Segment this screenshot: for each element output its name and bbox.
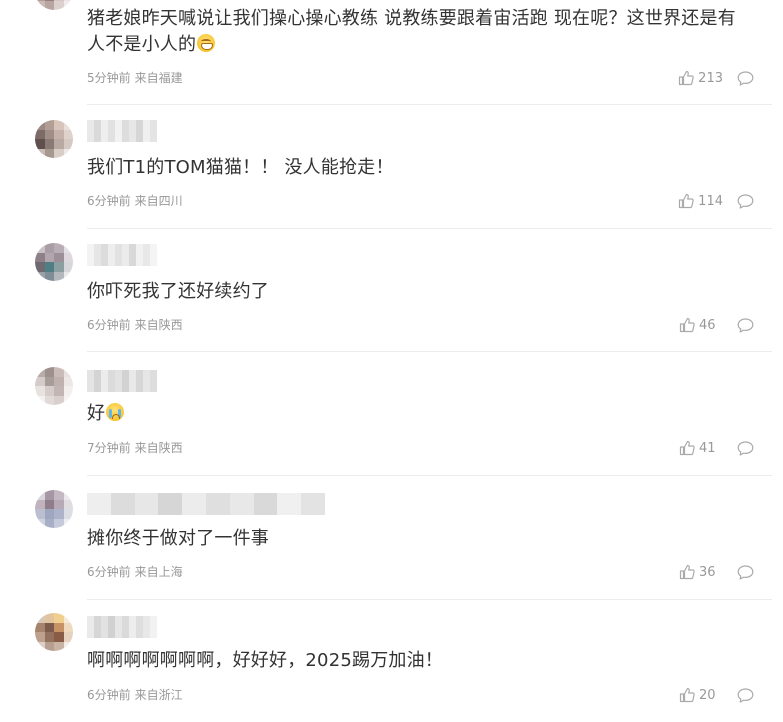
comment-text: 摊你终于做对了一件事 (87, 528, 269, 549)
avatar[interactable] (35, 490, 73, 528)
like-button[interactable]: 36 (679, 564, 723, 580)
comment-list: 猪老娘昨天喊说让我们操心操心教练 说教练要跟着宙活跑 现在呢？这世界还是有人不是… (0, 0, 783, 722)
comment-actions: 36 (679, 563, 754, 581)
like-count: 114 (698, 193, 723, 209)
comment-actions: 213 (678, 69, 754, 87)
like-button[interactable]: 213 (678, 70, 723, 86)
comment-location: 来自陕西 (134, 318, 183, 332)
like-count: 46 (699, 317, 716, 333)
comment-meta: 6分钟前 来自上海 (87, 564, 187, 580)
username-blurred[interactable] (87, 493, 325, 515)
comment-text: 好 (87, 401, 743, 427)
comment-location: 来自浙江 (134, 688, 183, 702)
avatar[interactable] (35, 243, 73, 281)
comment-time: 6分钟前 (87, 688, 131, 702)
comment-meta: 5分钟前 来自福建 (87, 70, 187, 86)
comment-bubble-icon (737, 564, 754, 580)
comment-bubble-icon (737, 317, 754, 333)
comment-actions: 46 (679, 316, 754, 334)
comment-bubble-icon (737, 70, 754, 86)
comment-text: 我们T1的TOM猫猫！！ 没人能抢走！ (87, 157, 394, 178)
thumbs-up-icon (679, 564, 695, 580)
thumbs-up-icon (679, 317, 695, 333)
comment-bubble-icon (737, 687, 754, 703)
reply-button[interactable] (737, 440, 754, 456)
like-button[interactable]: 114 (678, 193, 723, 209)
comment-text: 猪老娘昨天喊说让我们操心操心教练 说教练要跟着宙活跑 现在呢？这世界还是有人不是… (87, 8, 736, 55)
comment-bubble-icon (737, 193, 754, 209)
divider (87, 599, 772, 600)
avatar[interactable] (35, 0, 73, 10)
divider (87, 475, 772, 476)
thumbs-up-icon (679, 70, 694, 86)
thumbs-up-icon (679, 440, 695, 456)
comment-location: 来自福建 (134, 71, 183, 85)
crying-emoji-icon (106, 403, 125, 421)
grin-emoji-icon (197, 34, 216, 52)
reply-button[interactable] (737, 70, 754, 86)
like-count: 41 (699, 440, 716, 456)
like-button[interactable]: 46 (679, 317, 723, 333)
comment-text: 啊啊啊啊啊啊啊，好好好，2025踢万加油！ (87, 650, 444, 671)
avatar[interactable] (35, 613, 73, 651)
comment-time: 6分钟前 (87, 194, 131, 208)
comment-meta: 6分钟前 来自四川 (87, 193, 187, 209)
divider (87, 104, 772, 105)
comment-actions: 114 (678, 192, 754, 210)
username-blurred[interactable] (87, 370, 157, 392)
thumbs-up-icon (679, 193, 694, 209)
comment-time: 7分钟前 (87, 441, 131, 455)
comment-meta: 7分钟前 来自陕西 (87, 440, 187, 456)
username-blurred[interactable] (87, 120, 157, 142)
comment-meta: 6分钟前 来自浙江 (87, 687, 187, 703)
reply-button[interactable] (737, 564, 754, 580)
username-blurred[interactable] (87, 616, 157, 638)
comment-location: 来自四川 (134, 194, 183, 208)
like-button[interactable]: 41 (679, 440, 723, 456)
reply-button[interactable] (737, 687, 754, 703)
username-blurred[interactable] (87, 244, 157, 266)
like-count: 213 (698, 70, 723, 86)
comment-location: 来自陕西 (134, 441, 183, 455)
comment-actions: 20 (679, 686, 754, 704)
comment-location: 来自上海 (134, 565, 183, 579)
thumbs-up-icon (679, 687, 695, 703)
divider (87, 228, 772, 229)
divider (87, 351, 772, 352)
comment-text: 你吓死我了还好续约了 (87, 281, 269, 302)
comment-time: 5分钟前 (87, 71, 131, 85)
comment-bubble-icon (737, 440, 754, 456)
comment-time: 6分钟前 (87, 565, 131, 579)
like-count: 36 (699, 564, 716, 580)
like-button[interactable]: 20 (679, 687, 723, 703)
comment-meta: 6分钟前 来自陕西 (87, 317, 187, 333)
avatar[interactable] (35, 120, 73, 158)
comment-actions: 41 (679, 439, 754, 457)
reply-button[interactable] (737, 317, 754, 333)
like-count: 20 (699, 687, 716, 703)
avatar[interactable] (35, 367, 73, 405)
reply-button[interactable] (737, 193, 754, 209)
comment-time: 6分钟前 (87, 318, 131, 332)
